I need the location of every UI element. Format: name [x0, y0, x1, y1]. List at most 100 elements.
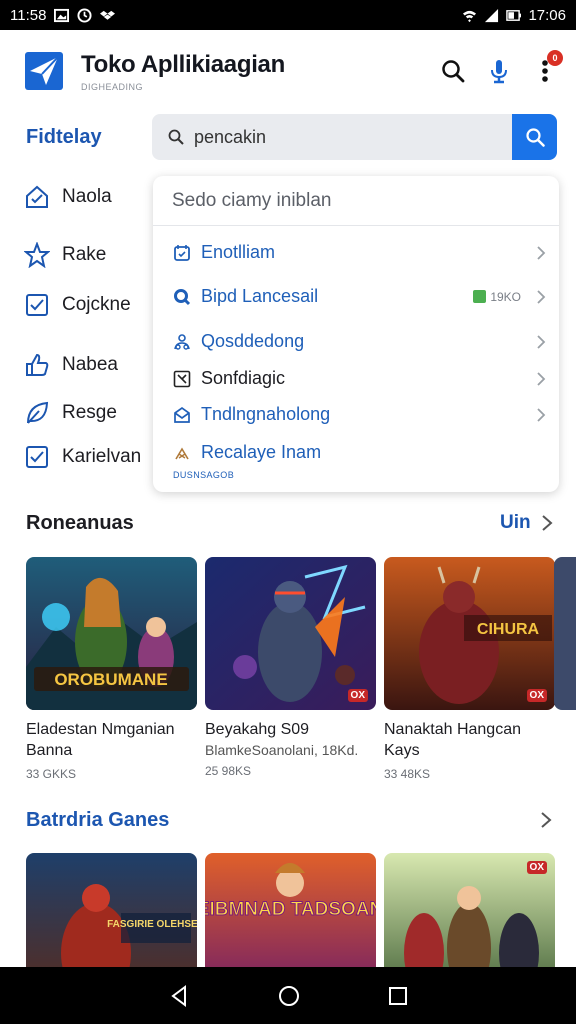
- app-card[interactable]: CIHURA OX Nanaktah Hangcan Kays 33 48KS: [384, 557, 555, 781]
- system-navigation-bar: [0, 967, 576, 1024]
- app-logo-icon[interactable]: [24, 51, 64, 91]
- tag-icon: [26, 185, 48, 208]
- search-icon: [174, 288, 191, 305]
- rating-badge: OX: [347, 689, 368, 702]
- sparkle-icon: [175, 446, 189, 459]
- app-thumbnail: CIHURA OX: [384, 557, 555, 710]
- app-title: Eladestan Nmganian Banna: [26, 721, 175, 759]
- suggestion-item[interactable]: Enotlliam: [173, 242, 547, 263]
- search-suggestions-dropdown: Sedo ciamy iniblan Enotlliam Bipd Lances…: [153, 176, 559, 492]
- chevron-right-icon[interactable]: [540, 811, 552, 829]
- search-icon: [168, 129, 184, 145]
- chevron-right-icon: [537, 245, 546, 260]
- suggestion-item[interactable]: Recalaye Inam: [173, 442, 547, 463]
- chevron-right-icon: [537, 407, 546, 422]
- image-icon: [54, 8, 70, 22]
- nav-item-karielvan[interactable]: Karielvan: [24, 444, 141, 470]
- thumbs-up-icon: [26, 353, 49, 376]
- nav-item-nabea[interactable]: Nabea: [24, 352, 118, 378]
- app-badge-icon: [473, 290, 487, 303]
- search-button[interactable]: [440, 58, 466, 84]
- app-meta: 33 48KS: [384, 767, 431, 781]
- status-time-right: 17:06: [528, 6, 566, 24]
- dropbox-icon: [100, 10, 116, 20]
- section-more-link[interactable]: Uin: [500, 512, 553, 534]
- back-icon[interactable]: [168, 984, 190, 1007]
- app-title: Beyakahg S09: [205, 721, 310, 738]
- battery-icon: [506, 9, 522, 21]
- artwork-text: OROBUMANE: [54, 670, 167, 689]
- nav-item-label: Resge: [62, 402, 117, 423]
- dropdown-header: Sedo ciamy iniblan: [153, 176, 559, 226]
- nav-item-label: Naola: [62, 186, 112, 207]
- mail-icon: [174, 406, 190, 423]
- people-icon: [174, 333, 190, 350]
- checkbox-icon: [26, 294, 48, 316]
- chevron-right-icon: [537, 371, 546, 386]
- suggestion-label: Enotlliam: [201, 242, 276, 262]
- search-input[interactable]: pencakin: [152, 114, 512, 160]
- app-subtitle: DIGHEADING: [81, 81, 144, 92]
- suggestion-item[interactable]: Tndlngnaholong: [173, 404, 547, 425]
- nav-item-label: Rake: [62, 244, 107, 265]
- suggestion-item[interactable]: Qosddedong: [173, 331, 547, 352]
- nav-item-label: Cojckne: [62, 294, 131, 315]
- app-title: Nanaktah Hangcan Kays: [384, 721, 521, 759]
- star-icon: [24, 242, 50, 268]
- signal-icon: [485, 8, 499, 22]
- suggestion-label: Recalaye Inam: [201, 442, 322, 462]
- clock-icon: [77, 7, 92, 23]
- rating-badge: OX: [526, 689, 547, 702]
- suggestion-item[interactable]: Sonfdiagic: [173, 368, 547, 389]
- home-icon[interactable]: [278, 985, 300, 1007]
- status-time-left: 11:58: [10, 6, 47, 24]
- dropdown-footer: DUSNSAGOB: [173, 470, 235, 480]
- notification-badge: 0: [547, 50, 563, 66]
- status-bar: 11:58 17:06: [0, 0, 576, 30]
- more-options-button[interactable]: 0: [532, 50, 563, 84]
- app-card[interactable]: OROBUMANE Eladestan Nmganian Banna 33 GK…: [26, 557, 197, 781]
- calendar-icon: [174, 244, 190, 261]
- checkbox-icon: [173, 370, 191, 387]
- microphone-icon: [491, 60, 507, 84]
- app-title: Toko Apllikiaagian: [81, 50, 285, 78]
- suggestion-label: Bipd Lancesail: [201, 286, 319, 306]
- see-more-label: Uin: [500, 512, 531, 533]
- nav-item-label: Karielvan: [62, 446, 142, 467]
- app-card-partial[interactable]: [554, 557, 576, 710]
- checkbox-icon: [26, 446, 48, 468]
- rating-badge: OX: [526, 861, 547, 874]
- suggestion-label: Tndlngnaholong: [201, 404, 331, 424]
- wifi-icon: [463, 10, 477, 22]
- artwork-text: SEIBMNAD TADSOANS: [205, 899, 376, 920]
- nav-item-cojckne[interactable]: Cojckne: [24, 292, 131, 318]
- chevron-right-icon: [537, 289, 546, 304]
- section-title: Roneanuas: [26, 512, 134, 534]
- app-meta: 25 98KS: [205, 764, 252, 778]
- app-card[interactable]: OX Beyakahg S09 BlamkeSoanolani, 18Kd. 2…: [205, 557, 376, 778]
- suggestion-item[interactable]: Bipd Lancesail 19KO: [173, 286, 547, 307]
- nav-item-label: Nabea: [62, 354, 118, 375]
- microphone-button[interactable]: [486, 58, 512, 84]
- app-thumbnail: OX: [205, 557, 376, 710]
- app-meta: 33 GKKS: [26, 767, 77, 781]
- leaf-icon: [27, 401, 49, 424]
- search-input-value: pencakin: [194, 126, 267, 147]
- nav-item-rake[interactable]: Rake: [24, 242, 106, 268]
- search-submit-button[interactable]: [512, 114, 557, 160]
- chevron-right-icon: [541, 515, 553, 531]
- artwork-text: CIHURA: [477, 621, 540, 638]
- search-icon: [442, 60, 465, 83]
- search-icon: [525, 128, 545, 147]
- suggestion-label: Sonfdiagic: [201, 368, 286, 388]
- size-badge: 19KO: [473, 290, 521, 304]
- nav-item-resge[interactable]: Resge: [24, 400, 117, 426]
- chevron-right-icon: [537, 334, 546, 349]
- section-title: Batrdria Ganes: [26, 809, 170, 831]
- app-bar: Toko Apllikiaagian DIGHEADING 0: [0, 30, 576, 112]
- suggestion-label: Qosddedong: [201, 331, 305, 351]
- artwork-text: FASGIRIE OLEHSEN: [107, 919, 197, 930]
- recents-icon[interactable]: [388, 986, 408, 1006]
- nav-item-naola[interactable]: Naola: [24, 184, 112, 210]
- filter-label[interactable]: Fidtelay: [26, 126, 102, 149]
